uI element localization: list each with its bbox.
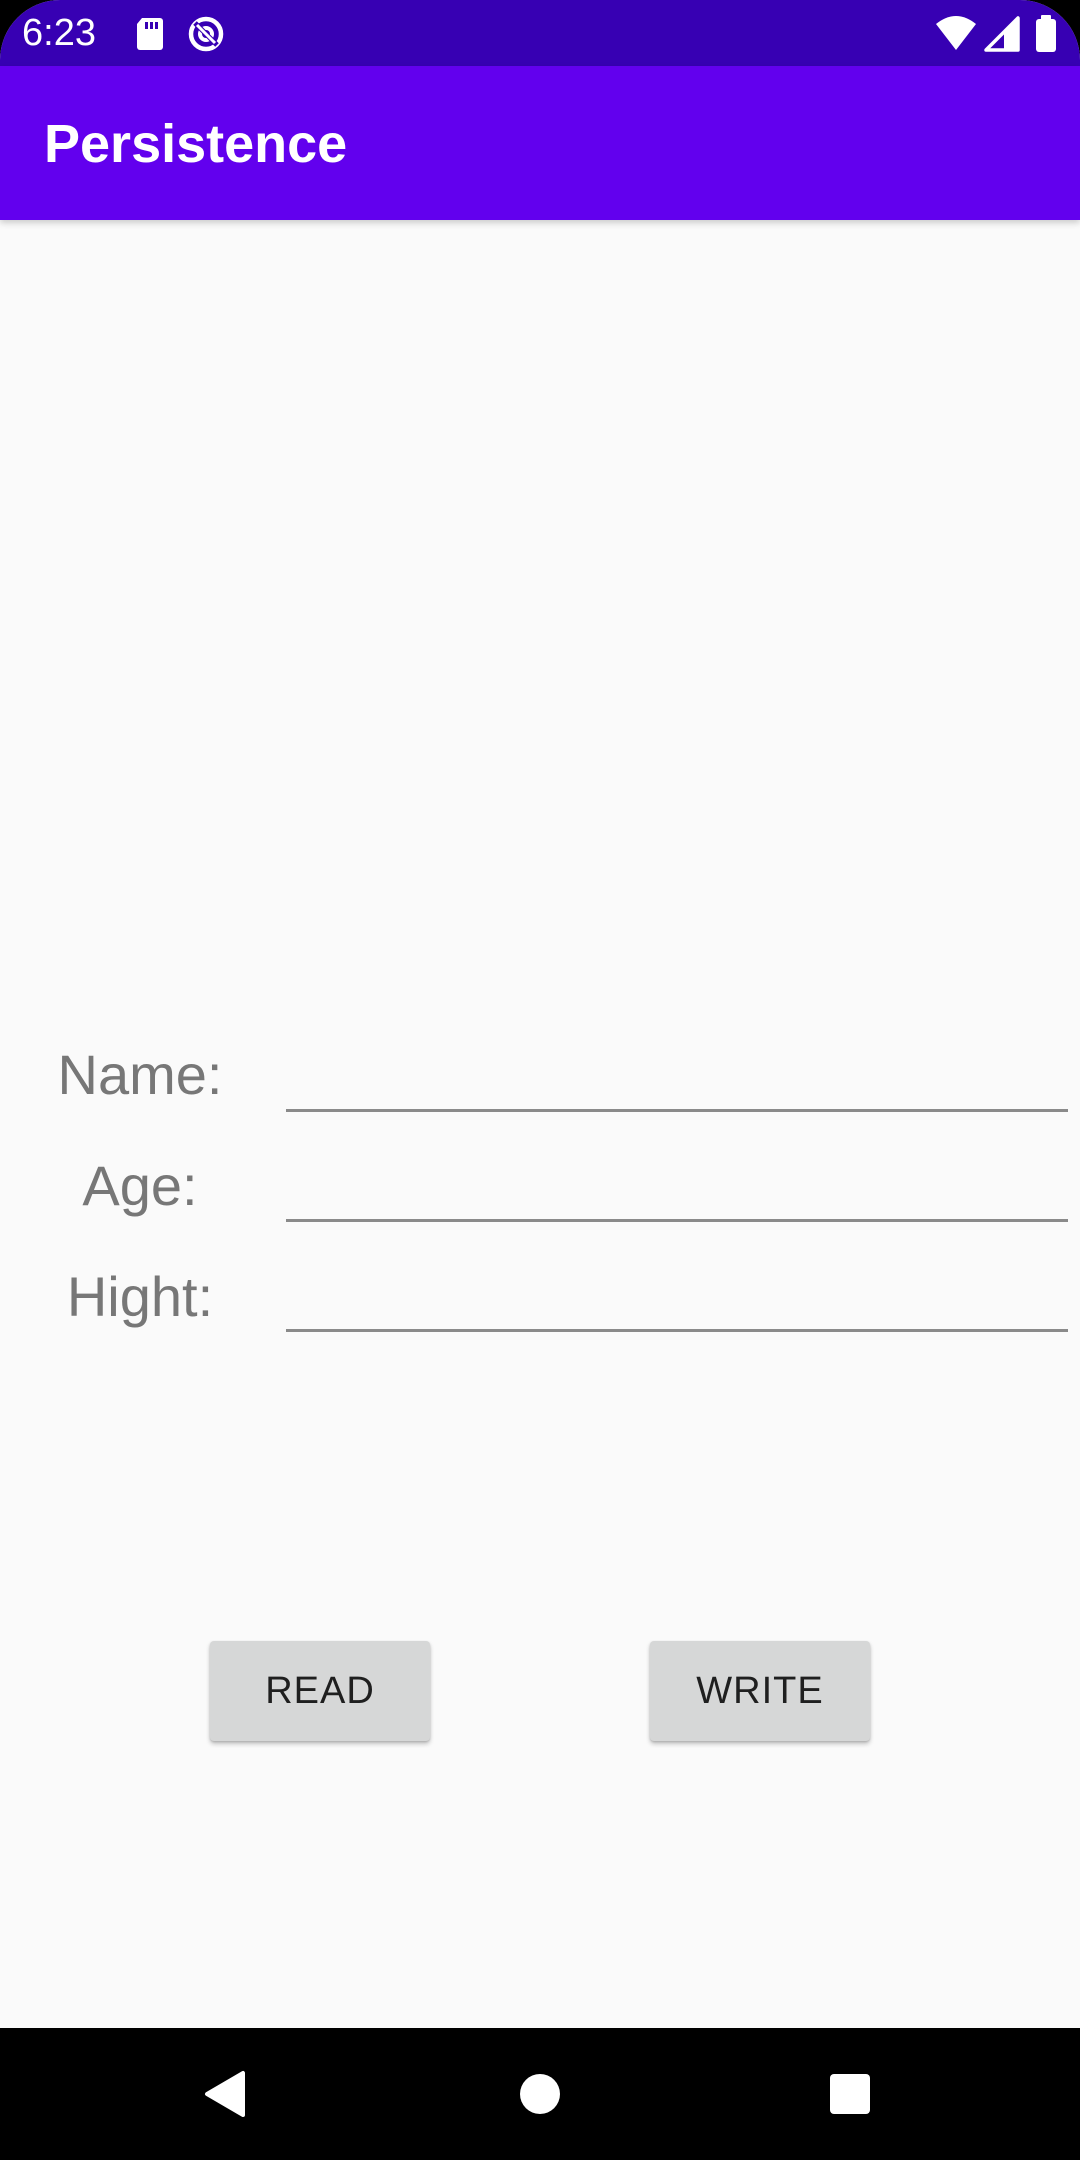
navigation-bar	[0, 2028, 1080, 2160]
read-button-label: READ	[265, 1669, 375, 1712]
back-icon[interactable]	[186, 2054, 266, 2134]
status-time: 6:23	[22, 12, 96, 54]
recents-icon[interactable]	[810, 2054, 890, 2134]
sd-card-icon	[130, 14, 170, 54]
name-field[interactable]	[286, 1046, 1068, 1112]
status-bar: 6:23	[0, 0, 1080, 66]
app-screen: 6:23 Persistence Name: Age: Hight: READ …	[0, 0, 1080, 2160]
wifi-icon	[934, 14, 978, 54]
height-field[interactable]	[286, 1266, 1068, 1332]
app-title: Persistence	[44, 114, 348, 174]
write-button[interactable]: WRITE	[650, 1641, 870, 1741]
home-icon[interactable]	[500, 2054, 580, 2134]
age-label: Age:	[82, 1154, 198, 1217]
data-saver-icon	[186, 14, 226, 54]
height-label: Hight:	[66, 1265, 214, 1328]
name-label: Name:	[57, 1043, 223, 1106]
signal-icon	[982, 14, 1022, 54]
battery-icon	[1032, 14, 1062, 54]
write-button-label: WRITE	[696, 1669, 824, 1712]
read-button[interactable]: READ	[210, 1641, 430, 1741]
age-field[interactable]	[286, 1156, 1068, 1222]
app-bar: Persistence	[0, 66, 1080, 220]
